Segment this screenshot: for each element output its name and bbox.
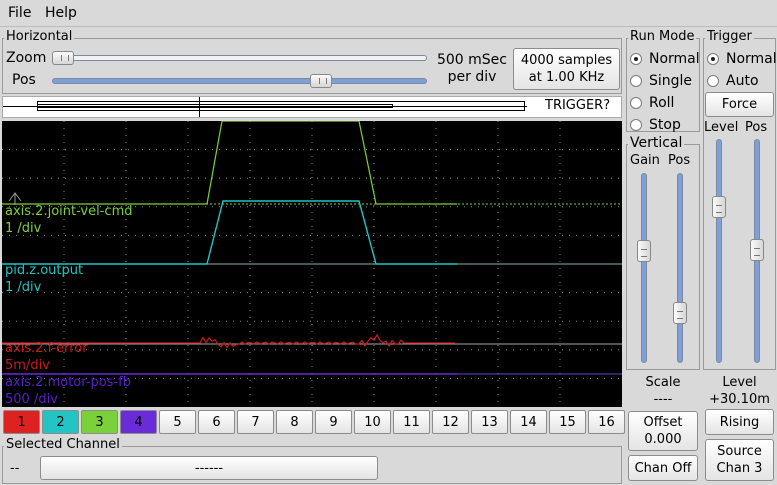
gain-slider-thumb[interactable] <box>637 240 651 262</box>
level-value-label: Level <box>722 375 757 390</box>
chan-off-button[interactable]: Chan Off <box>628 455 698 481</box>
trace-label-pid-output: pid.z.output 1 /div <box>5 262 83 296</box>
vertical-pos-label: Pos <box>668 153 691 168</box>
vertical-pos-slider-thumb[interactable] <box>673 302 687 324</box>
channel-button-9[interactable]: 9 <box>315 410 352 434</box>
scale-value: ---- <box>653 392 673 407</box>
pos-label: Pos <box>12 72 36 88</box>
time-per-div-value: 500 mSec <box>436 52 507 68</box>
sample-rate-button[interactable]: 4000 samples at 1.00 KHz <box>513 48 620 90</box>
trace-name: axis.2.motor-pos-fb <box>5 375 131 390</box>
channel-button-15[interactable]: 15 <box>549 410 586 434</box>
radio-icon <box>630 53 642 65</box>
trace-name: axis.2.f-error <box>5 341 88 356</box>
scale-readout: Scale ---- <box>626 374 700 408</box>
run-mode-options: Normal Single Roll Stop <box>630 48 700 136</box>
force-button[interactable]: Force <box>705 92 774 117</box>
channel-button-7[interactable]: 7 <box>237 410 274 434</box>
channel-button-4[interactable]: 4 <box>120 410 157 434</box>
channel-button-16[interactable]: 16 <box>588 410 625 434</box>
offset-label: Offset <box>643 415 683 430</box>
menu-bar: File Help <box>0 0 777 27</box>
trace-scale: 1 /div <box>5 221 42 236</box>
trace-label-f-error: axis.2.f-error 5m/div <box>5 340 88 374</box>
trigger-level-slider-track[interactable] <box>716 139 722 363</box>
radio-icon <box>707 75 719 87</box>
zoom-slider-thumb[interactable] <box>52 51 74 65</box>
time-per-div-readout: 500 mSec per div <box>432 52 512 86</box>
trace-label-joint-vel-cmd: axis.2.joint-vel-cmd 1 /div <box>5 203 133 237</box>
radio-icon <box>707 53 719 65</box>
channel-button-6[interactable]: 6 <box>198 410 235 434</box>
radio-icon <box>630 75 642 87</box>
trigger-auto[interactable]: Auto <box>707 70 777 92</box>
trace-scale: 500 /div <box>5 392 58 407</box>
run-mode-normal[interactable]: Normal <box>630 48 700 70</box>
channel-button-1[interactable]: 1 <box>3 410 40 434</box>
gain-slider-track[interactable] <box>641 173 647 363</box>
offset-button[interactable]: Offset 0.000 <box>628 411 698 451</box>
selected-channel-name-button[interactable]: ------ <box>40 456 378 480</box>
trigger-position-marker <box>199 97 200 117</box>
trigger-title: Trigger <box>705 29 754 44</box>
trigger-pos-slider-thumb[interactable] <box>750 239 764 261</box>
trace-scale: 5m/div <box>5 358 50 373</box>
level-value: +30.10m <box>709 392 770 407</box>
channel-button-14[interactable]: 14 <box>510 410 547 434</box>
vertical-pos-slider-track[interactable] <box>677 173 683 363</box>
record-position-bar: TRIGGER? <box>2 96 622 118</box>
pos-slider-thumb[interactable] <box>309 74 332 88</box>
samples-text: 4000 samples <box>520 53 613 68</box>
channel-button-13[interactable]: 13 <box>471 410 508 434</box>
trace-label-motor-pos-fb: axis.2.motor-pos-fb 500 /div <box>5 374 131 407</box>
channel-button-3[interactable]: 3 <box>81 410 118 434</box>
run-mode-roll[interactable]: Roll <box>630 92 700 114</box>
selected-channel-name: ------ <box>194 460 224 476</box>
channel-button-5[interactable]: 5 <box>159 410 196 434</box>
trigger-level-readout: Level +30.10m <box>703 374 776 408</box>
zoom-label: Zoom <box>6 50 47 66</box>
selected-channel-number: -- <box>10 461 20 476</box>
trigger-source-button[interactable]: Source Chan 3 <box>705 439 774 481</box>
vertical-title: Vertical <box>628 135 685 151</box>
channel-button-11[interactable]: 11 <box>393 410 430 434</box>
scope-canvas <box>2 121 622 407</box>
trace-name: pid.z.output <box>5 263 84 278</box>
trigger-level-slider-thumb[interactable] <box>712 196 726 218</box>
menu-file[interactable]: File <box>8 5 31 21</box>
offset-value: 0.000 <box>644 432 682 447</box>
horizontal-title: Horizontal <box>4 29 75 44</box>
trace-name: axis.2.joint-vel-cmd <box>5 204 133 219</box>
scale-label: Scale <box>645 375 681 390</box>
trigger-edge-button[interactable]: Rising <box>705 409 774 435</box>
run-mode-title: Run Mode <box>628 29 697 44</box>
run-mode-single[interactable]: Single <box>630 70 700 92</box>
zoom-slider-track[interactable] <box>52 55 427 61</box>
pos-slider-track[interactable] <box>52 78 427 84</box>
menu-help[interactable]: Help <box>45 5 77 21</box>
trace-scale: 1 /div <box>5 280 42 295</box>
channel-button-2[interactable]: 2 <box>42 410 79 434</box>
radio-icon <box>630 97 642 109</box>
channel-button-10[interactable]: 10 <box>354 410 391 434</box>
trace-joint-vel-cmd <box>2 121 457 205</box>
trigger-status: TRIGGER? <box>545 98 611 113</box>
trigger-pos-label: Pos <box>745 120 768 135</box>
radio-icon <box>630 119 642 131</box>
gain-label: Gain <box>630 153 660 168</box>
run-mode-stop[interactable]: Stop <box>630 114 700 136</box>
trigger-normal[interactable]: Normal <box>707 48 777 70</box>
trigger-level-label: Level <box>704 120 739 135</box>
scope-display[interactable]: axis.2.joint-vel-cmd 1 /div pid.z.output… <box>2 121 622 407</box>
selected-channel-title: Selected Channel <box>4 437 122 452</box>
channel-button-12[interactable]: 12 <box>432 410 469 434</box>
per-div-label: per div <box>447 69 497 85</box>
channel-button-8[interactable]: 8 <box>276 410 313 434</box>
rate-text: at 1.00 KHz <box>528 70 605 85</box>
trigger-mode-options: Normal Auto <box>707 48 777 92</box>
record-view-window <box>37 104 393 108</box>
